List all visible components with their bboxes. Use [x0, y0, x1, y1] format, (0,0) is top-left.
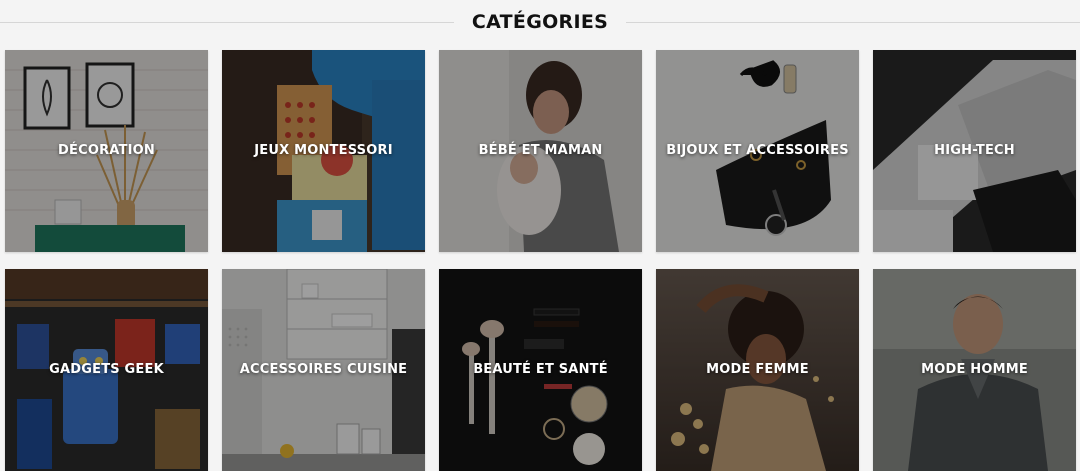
- category-tile-high-tech[interactable]: HIGH-TECH: [873, 50, 1076, 252]
- category-label: JEUX MONTESSORI: [254, 143, 393, 158]
- category-label: GADGETS GEEK: [49, 362, 164, 377]
- category-label: HIGH-TECH: [934, 143, 1015, 158]
- category-tile-montessori[interactable]: JEUX MONTESSORI: [222, 50, 425, 252]
- category-label: MODE HOMME: [921, 362, 1028, 377]
- category-tile-accessoires-cuisine[interactable]: ACCESSOIRES CUISINE: [222, 269, 425, 471]
- category-tile-bebe-maman[interactable]: BÉBÉ ET MAMAN: [439, 50, 642, 252]
- category-label: BIJOUX ET ACCESSOIRES: [666, 143, 849, 158]
- category-tile-mode-homme[interactable]: MODE HOMME: [873, 269, 1076, 471]
- category-tile-beaute-sante[interactable]: BEAUTÉ ET SANTÉ: [439, 269, 642, 471]
- category-tile-decoration[interactable]: DÉCORATION: [5, 50, 208, 252]
- category-tile-gadgets-geek[interactable]: GADGETS GEEK: [5, 269, 208, 471]
- heading-divider-right: [626, 21, 1080, 23]
- category-label: ACCESSOIRES CUISINE: [239, 362, 408, 377]
- category-label: BÉBÉ ET MAMAN: [478, 143, 603, 158]
- category-grid: DÉCORATION JEUX MONTESSORI BÉBÉ ET MAMAN…: [5, 50, 1080, 471]
- heading-divider-left: [0, 21, 454, 23]
- category-label: DÉCORATION: [58, 143, 155, 158]
- section-header: CATÉGORIES: [0, 0, 1080, 44]
- category-label: BEAUTÉ ET SANTÉ: [473, 362, 608, 377]
- category-label: MODE FEMME: [706, 362, 809, 377]
- section-title: CATÉGORIES: [471, 11, 609, 33]
- category-tile-mode-femme[interactable]: MODE FEMME: [656, 269, 859, 471]
- category-tile-bijoux[interactable]: BIJOUX ET ACCESSOIRES: [656, 50, 859, 252]
